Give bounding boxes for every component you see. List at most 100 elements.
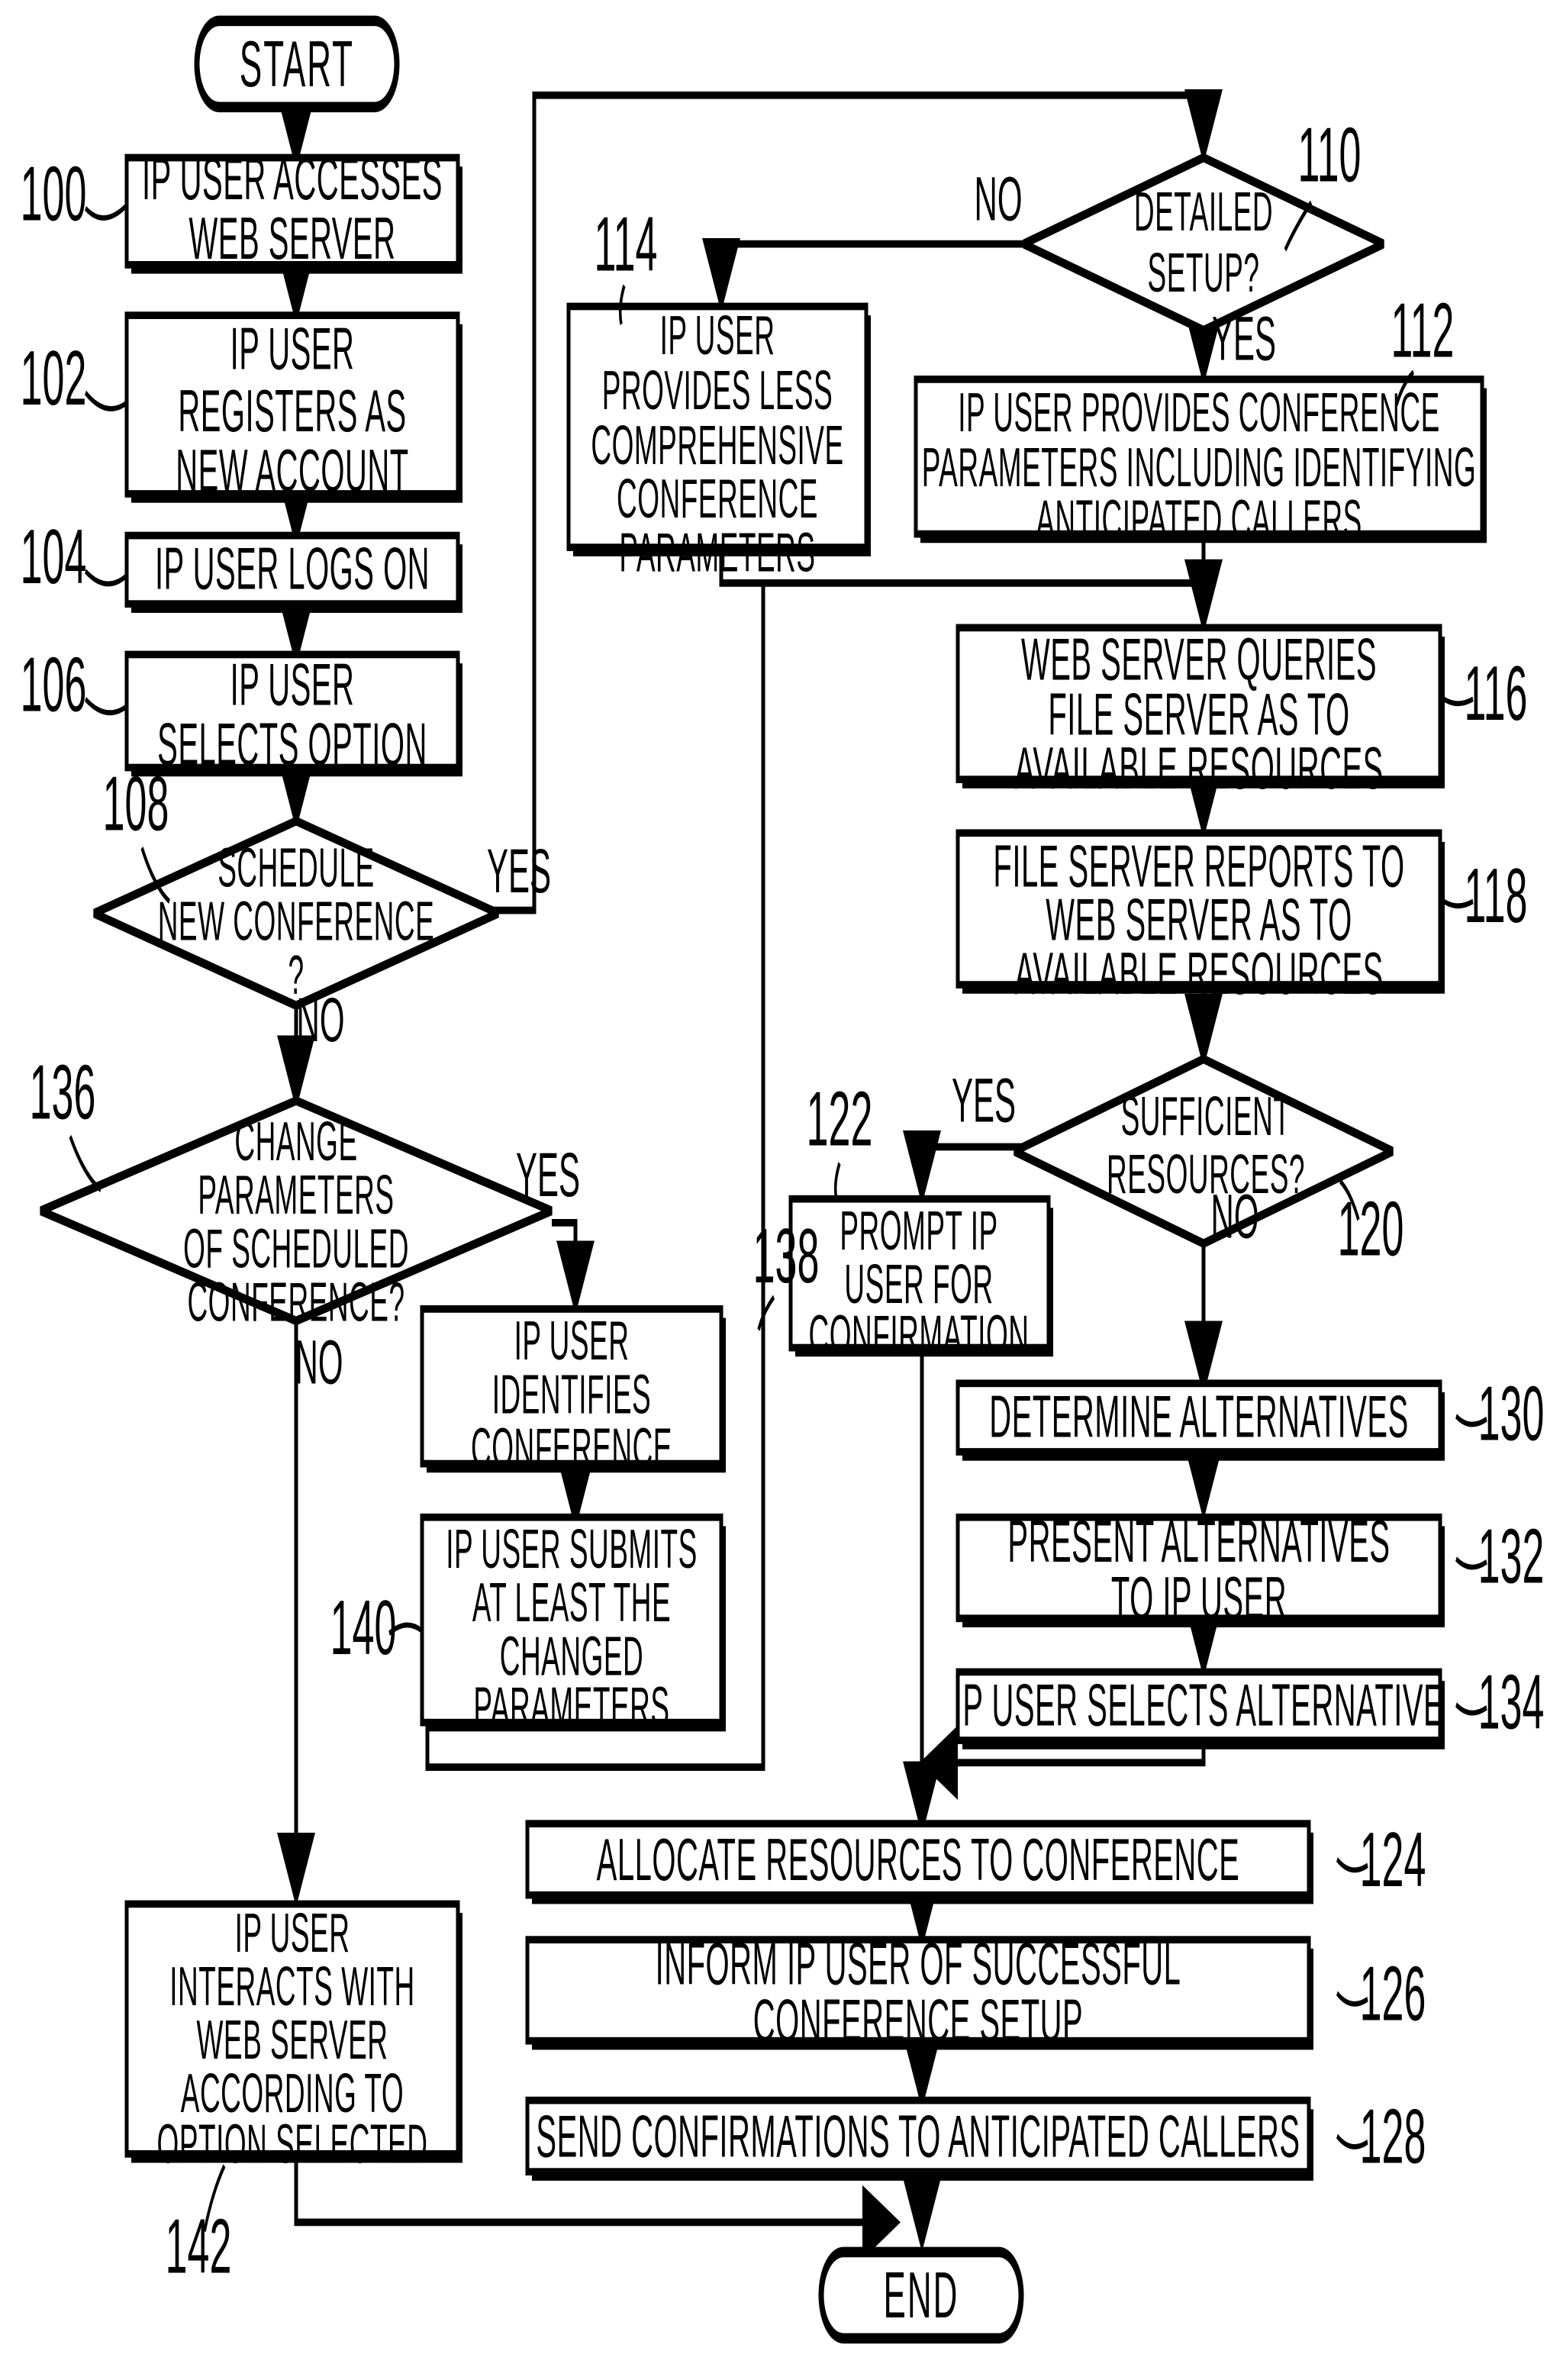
ref-118: 118 bbox=[1465, 853, 1528, 940]
node-142-line-0: IP USER bbox=[235, 1903, 350, 1965]
ref-114: 114 bbox=[595, 202, 658, 288]
node-100-line-0: IP USER ACCESSES bbox=[142, 147, 443, 213]
node-134-line-0: IP USER SELECTS ALTERNATIVE bbox=[954, 1672, 1444, 1739]
node-100[interactable]: IP USER ACCESSES WEB SERVER bbox=[124, 147, 462, 274]
ref-108: 108 bbox=[103, 761, 169, 847]
ref-136: 136 bbox=[30, 1050, 96, 1136]
node-142-line-4: OPTION SELECTED bbox=[157, 2114, 428, 2175]
ref-122: 122 bbox=[807, 1076, 873, 1163]
node-126[interactable]: INFORM IP USER OF SUCCESSFUL CONFERENCE … bbox=[525, 1931, 1313, 2054]
node-134[interactable]: IP USER SELECTS ALTERNATIVE bbox=[954, 1668, 1445, 1750]
node-122[interactable]: PROMPT IP USER FOR CONFIRMATION bbox=[788, 1195, 1053, 1366]
node-114-line-1: PROVIDES LESS bbox=[602, 360, 833, 422]
flowchart-canvas: START IP USER ACCESSES WEB SERVER IP USE… bbox=[0, 0, 1563, 2380]
node-136-line-3: CONFERENCE? bbox=[187, 1272, 404, 1334]
node-136-line-0: CHANGE bbox=[234, 1111, 357, 1173]
ref-126: 126 bbox=[1360, 1951, 1426, 2037]
node-124-line-0: ALLOCATE RESOURCES TO CONFERENCE bbox=[597, 1827, 1240, 1894]
node-106-line-1: SELECTS OPTION bbox=[157, 711, 427, 778]
ref-104: 104 bbox=[21, 514, 87, 600]
node-140[interactable]: IP USER SUBMITS AT LEAST THE CHANGED PAR… bbox=[420, 1513, 726, 1738]
edge-label-136-no: NO bbox=[295, 1327, 343, 1397]
node-128-line-0: SEND CONFIRMATIONS TO ANTICIPATED CALLER… bbox=[536, 2104, 1300, 2170]
node-142-line-2: WEB SERVER bbox=[196, 2010, 388, 2072]
node-130-line-0: DETERMINE ALTERNATIVES bbox=[989, 1384, 1408, 1450]
node-132[interactable]: PRESENT ALTERNATIVES TO IP USER bbox=[956, 1509, 1445, 1632]
node-112-line-2: ANTICIPATED CALLERS bbox=[1036, 489, 1362, 551]
ref-130: 130 bbox=[1478, 1371, 1545, 1457]
end-label: END bbox=[884, 2259, 959, 2332]
node-128[interactable]: SEND CONFIRMATIONS TO ANTICIPATED CALLER… bbox=[525, 2096, 1313, 2181]
node-108[interactable]: SCHEDULE NEW CONFERENCE ? bbox=[93, 816, 499, 1011]
node-142[interactable]: IP USER INTERACTS WITH WEB SERVER ACCORD… bbox=[124, 1900, 462, 2175]
node-start[interactable]: START bbox=[194, 15, 400, 113]
node-124[interactable]: ALLOCATE RESOURCES TO CONFERENCE bbox=[525, 1820, 1313, 1904]
node-118[interactable]: FILE SERVER REPORTS TO WEB SERVER AS TO … bbox=[956, 829, 1445, 1007]
leader-106 bbox=[85, 696, 129, 716]
node-116[interactable]: WEB SERVER QUERIES FILE SERVER AS TO AVA… bbox=[956, 624, 1445, 802]
ref-140: 140 bbox=[330, 1585, 397, 1671]
ref-134: 134 bbox=[1478, 1659, 1545, 1746]
node-120-line-1: RESOURCES? bbox=[1107, 1144, 1305, 1206]
node-140-line-1: AT LEAST THE bbox=[472, 1572, 671, 1634]
node-136-line-1: PARAMETERS bbox=[198, 1165, 394, 1227]
node-112-line-0: IP USER PROVIDES CONFERENCE bbox=[958, 382, 1440, 444]
node-122-line-2: CONFIRMATION bbox=[809, 1304, 1030, 1366]
node-116-line-2: AVAILABLE RESOURCES bbox=[1014, 736, 1384, 802]
node-114[interactable]: IP USER PROVIDES LESS COMPREHENSIVE CONF… bbox=[566, 302, 871, 584]
leader-138 bbox=[757, 1295, 775, 1331]
node-138[interactable]: IP USER IDENTIFIES CONFERENCE bbox=[420, 1305, 726, 1479]
node-104[interactable]: IP USER LOGS ON bbox=[124, 531, 462, 613]
ref-102: 102 bbox=[21, 335, 87, 421]
ref-128: 128 bbox=[1360, 2094, 1426, 2180]
edge-label-108-yes: YES bbox=[487, 836, 551, 906]
leader-122 bbox=[833, 1162, 841, 1200]
node-132-line-1: TO IP USER bbox=[1111, 1566, 1287, 1632]
edge-label-120-yes: YES bbox=[952, 1065, 1016, 1135]
node-114-line-3: CONFERENCE bbox=[617, 469, 818, 531]
node-114-line-0: IP USER bbox=[660, 305, 775, 367]
node-110-line-0: DETAILED bbox=[1134, 182, 1273, 243]
ref-110: 110 bbox=[1298, 112, 1362, 198]
node-140-line-3: PARAMETERS bbox=[473, 1676, 669, 1738]
ref-116: 116 bbox=[1465, 651, 1528, 737]
node-108-line-0: SCHEDULE bbox=[218, 837, 374, 899]
edge-136-138-yes bbox=[552, 1219, 595, 1315]
node-138-line-2: CONFERENCE bbox=[471, 1417, 672, 1479]
node-102[interactable]: IP USER REGISTERS AS NEW ACCOUNT bbox=[124, 311, 462, 505]
node-102-line-1: REGISTERS AS bbox=[178, 379, 406, 445]
ref-124: 124 bbox=[1360, 1817, 1426, 1903]
leader-104 bbox=[85, 569, 129, 587]
ref-138: 138 bbox=[753, 1213, 820, 1299]
node-122-line-0: PROMPT IP bbox=[840, 1201, 997, 1263]
node-142-line-1: INTERACTS WITH bbox=[169, 1956, 414, 2018]
node-120[interactable]: SUFFICIENT RESOURCES? bbox=[1014, 1054, 1394, 1249]
node-114-line-2: COMPREHENSIVE bbox=[591, 415, 843, 477]
ref-106: 106 bbox=[21, 642, 87, 728]
leader-100 bbox=[85, 202, 127, 221]
node-136[interactable]: CHANGE PARAMETERS OF SCHEDULED CONFERENC… bbox=[40, 1096, 553, 1334]
leader-136 bbox=[69, 1134, 102, 1193]
node-end[interactable]: END bbox=[818, 2246, 1024, 2344]
ref-100: 100 bbox=[21, 151, 87, 237]
node-106[interactable]: IP USER SELECTS OPTION bbox=[124, 650, 462, 779]
start-label: START bbox=[240, 27, 354, 101]
node-102-line-0: IP USER bbox=[230, 316, 355, 382]
edge-label-110-yes: YES bbox=[1212, 303, 1276, 373]
edge-label-108-no: NO bbox=[296, 985, 344, 1055]
ref-132: 132 bbox=[1478, 1514, 1545, 1600]
ref-142: 142 bbox=[166, 2204, 232, 2290]
edge-label-110-no: NO bbox=[974, 163, 1022, 234]
ref-112: 112 bbox=[1391, 288, 1455, 374]
node-112[interactable]: IP USER PROVIDES CONFERENCE PARAMETERS I… bbox=[914, 376, 1487, 551]
node-114-line-4: PARAMETERS bbox=[619, 522, 815, 584]
node-138-line-0: IP USER bbox=[514, 1311, 630, 1372]
node-138-line-1: IDENTIFIES bbox=[492, 1364, 651, 1426]
edge-label-120-no: NO bbox=[1210, 1181, 1258, 1251]
node-120-line-0: SUFFICIENT bbox=[1121, 1086, 1291, 1148]
node-110-line-1: SETUP? bbox=[1148, 243, 1260, 305]
leader-118 bbox=[1443, 898, 1474, 909]
node-130[interactable]: DETERMINE ALTERNATIVES bbox=[956, 1379, 1445, 1461]
node-126-line-1: CONFERENCE SETUP bbox=[753, 1988, 1083, 2054]
leader-116 bbox=[1443, 696, 1474, 707]
